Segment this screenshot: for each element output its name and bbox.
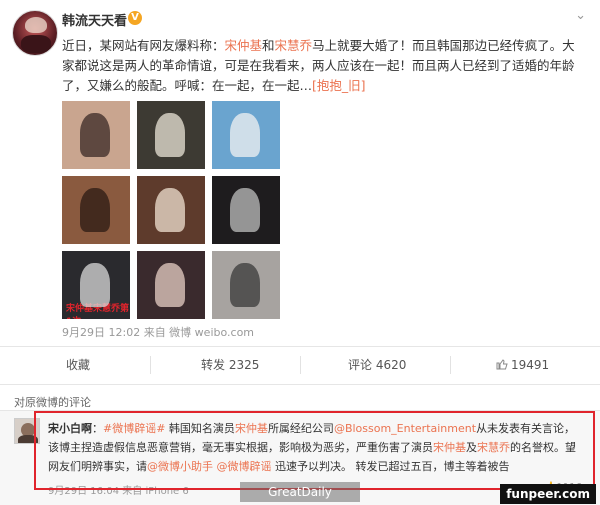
tag-name-1[interactable]: 宋仲基 <box>225 38 263 53</box>
photo-thumbnail[interactable]: 宋仲基宋慧乔第1次 <box>62 251 130 319</box>
post-meta: 9月29日 12:02 来自 微博 weibo.com <box>62 326 255 339</box>
divider <box>450 356 451 374</box>
username[interactable]: 韩流天天看 <box>62 10 127 29</box>
photo-figure <box>80 113 110 157</box>
weibo-post: 韩流天天看 V ⌄ 近日，某网站有网友爆料称：宋仲基和宋慧乔马上就要大婚了！而且… <box>0 0 600 385</box>
comments-header: 对原微博的评论 <box>14 396 91 409</box>
photo-thumbnail[interactable] <box>212 251 280 319</box>
photo-thumbnail[interactable] <box>137 101 205 169</box>
divider <box>300 356 301 374</box>
action-bar: 收藏 转发 2325 评论 4620 19491 <box>0 346 600 382</box>
photo-thumbnail[interactable] <box>62 101 130 169</box>
photo-figure <box>155 188 185 232</box>
photo-thumbnail[interactable] <box>137 251 205 319</box>
photo-figure <box>155 113 185 157</box>
tag-name-2[interactable]: 宋慧乔 <box>275 38 313 53</box>
photo-thumbnail[interactable] <box>137 176 205 244</box>
photo-figure <box>155 263 185 307</box>
watermark-corner: funpeer.com <box>500 484 596 504</box>
photo-thumbnail[interactable] <box>212 101 280 169</box>
highlight-box <box>34 411 595 490</box>
divider <box>150 356 151 374</box>
verified-badge-icon: V <box>128 11 142 25</box>
post-text: 近日，某网站有网友爆料称：宋仲基和宋慧乔马上就要大婚了！而且韩国那边已经传疯了。… <box>62 38 575 93</box>
user-avatar[interactable] <box>12 10 58 56</box>
comment-button[interactable]: 评论 4620 <box>348 347 406 383</box>
favorite-button[interactable]: 收藏 <box>66 347 90 383</box>
emoji-tag: [抱抱_旧] <box>312 78 366 93</box>
photo-figure <box>230 113 260 157</box>
repost-button[interactable]: 转发 2325 <box>201 347 259 383</box>
photo-thumbnail[interactable] <box>62 176 130 244</box>
watermark-center: GreatDaily <box>240 482 360 502</box>
thumbs-up-icon <box>496 359 508 370</box>
photo-figure <box>230 263 260 307</box>
photo-figure <box>80 263 110 307</box>
chevron-down-icon[interactable]: ⌄ <box>575 8 586 23</box>
photo-figure <box>230 188 260 232</box>
like-button[interactable]: 19491 <box>496 347 549 383</box>
photo-thumbnail[interactable] <box>212 176 280 244</box>
photo-figure <box>80 188 110 232</box>
